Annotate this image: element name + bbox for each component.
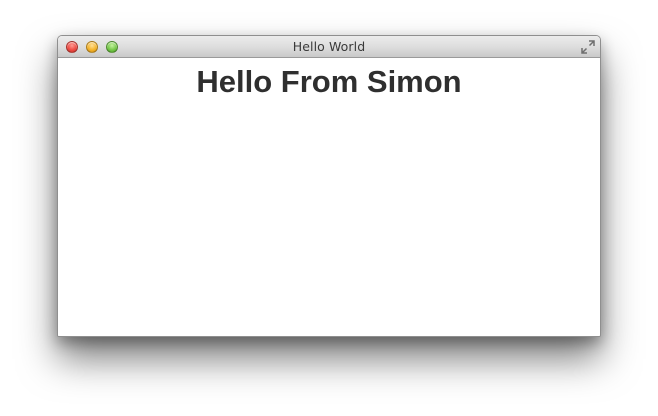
desktop: Hello World Hello From Simon <box>0 0 658 416</box>
window-content: Hello From Simon <box>58 58 600 336</box>
fullscreen-icon[interactable] <box>581 40 595 54</box>
zoom-button[interactable] <box>106 41 118 53</box>
minimize-button[interactable] <box>86 41 98 53</box>
window-titlebar[interactable]: Hello World <box>58 36 600 58</box>
app-window: Hello World Hello From Simon <box>57 35 601 337</box>
window-title: Hello World <box>292 39 366 54</box>
window-controls <box>66 41 118 53</box>
page-heading: Hello From Simon <box>196 64 462 99</box>
close-button[interactable] <box>66 41 78 53</box>
